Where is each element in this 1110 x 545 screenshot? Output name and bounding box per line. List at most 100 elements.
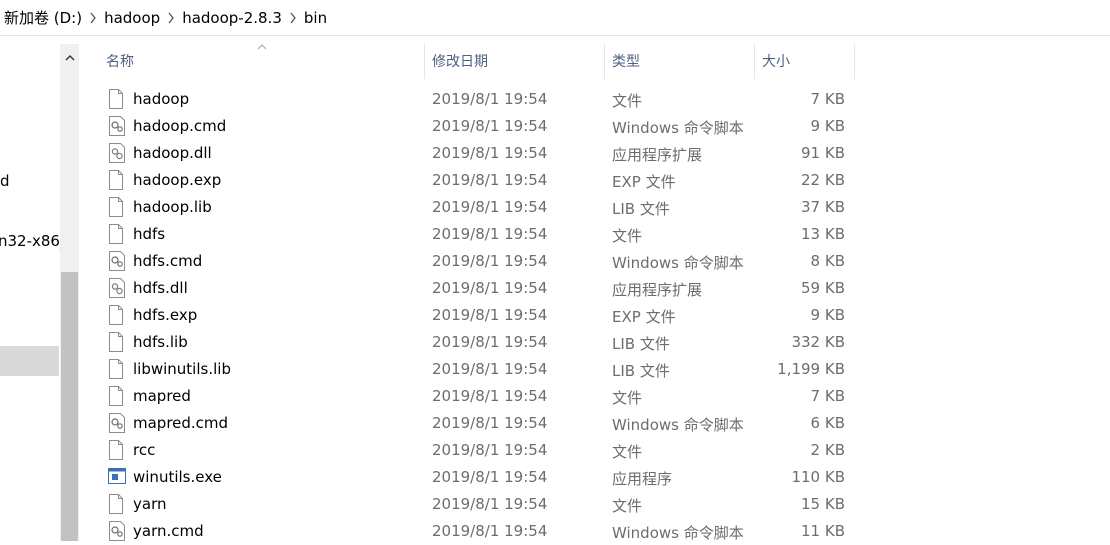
file-size: 22 KB — [801, 171, 845, 189]
file-name: hdfs — [133, 225, 166, 243]
file-icon — [108, 359, 124, 383]
column-divider[interactable] — [854, 44, 855, 79]
file-row[interactable]: yarn 2019/8/1 19:54 文件 15 KB — [98, 491, 858, 518]
file-name: mapred — [133, 387, 191, 405]
file-icon — [108, 332, 124, 356]
file-row[interactable]: rcc 2019/8/1 19:54 文件 2 KB — [98, 437, 858, 464]
file-date: 2019/8/1 19:54 — [432, 198, 548, 216]
file-name: yarn — [133, 495, 167, 513]
file-name: winutils.exe — [133, 468, 222, 486]
file-date: 2019/8/1 19:54 — [432, 468, 548, 486]
file-size: 8 KB — [810, 252, 845, 270]
file-icon — [108, 305, 124, 329]
file-name: hdfs.lib — [133, 333, 188, 351]
file-size: 332 KB — [791, 333, 845, 351]
file-date: 2019/8/1 19:54 — [432, 144, 548, 162]
file-type: Windows 命令脚本 — [612, 524, 744, 542]
file-type: 应用程序扩展 — [612, 281, 703, 299]
file-type: Windows 命令脚本 — [612, 254, 744, 272]
chevron-right-icon[interactable] — [160, 9, 182, 27]
breadcrumb-item-drive[interactable]: 新加卷 (D:) — [0, 7, 82, 28]
file-type: 文件 — [612, 227, 643, 245]
file-size: 13 KB — [801, 225, 845, 243]
file-name: hadoop.exp — [133, 171, 222, 189]
breadcrumb-item-bin[interactable]: bin — [304, 9, 327, 27]
file-row[interactable]: winutils.exe 2019/8/1 19:54 应用程序 110 KB — [98, 464, 858, 491]
file-row[interactable]: hdfs.exp 2019/8/1 19:54 EXP 文件 9 KB — [98, 302, 858, 329]
file-size: 9 KB — [810, 117, 845, 135]
file-icon — [108, 197, 124, 221]
file-row[interactable]: hdfs 2019/8/1 19:54 文件 13 KB — [98, 221, 858, 248]
chevron-right-icon[interactable] — [282, 9, 304, 27]
file-type: EXP 文件 — [612, 173, 676, 191]
scrollbar-thumb[interactable] — [61, 272, 78, 541]
file-name: hdfs.cmd — [133, 252, 203, 270]
column-header-size[interactable]: 大小 — [754, 44, 854, 79]
scroll-up-arrow-icon[interactable] — [60, 44, 79, 70]
column-header-date[interactable]: 修改日期 — [424, 44, 604, 79]
file-type: 文件 — [612, 497, 643, 515]
file-type: Windows 命令脚本 — [612, 119, 744, 137]
navigation-pane: d n32-x86_ — [0, 44, 60, 541]
file-row[interactable]: mapred 2019/8/1 19:54 文件 7 KB — [98, 383, 858, 410]
file-row[interactable]: hadoop.lib 2019/8/1 19:54 LIB 文件 37 KB — [98, 194, 858, 221]
file-row[interactable]: libwinutils.lib 2019/8/1 19:54 LIB 文件 1,199… — [98, 356, 858, 383]
exe-file-icon — [108, 467, 126, 489]
file-list: hadoop 2019/8/1 19:54 文件 7 KB hadoop.cmd 2019… — [98, 86, 858, 545]
file-row[interactable]: hadoop.dll 2019/8/1 19:54 应用程序扩展 91 KB — [98, 140, 858, 167]
file-type: Windows 命令脚本 — [612, 416, 744, 434]
file-date: 2019/8/1 19:54 — [432, 333, 548, 351]
file-type: LIB 文件 — [612, 200, 670, 218]
file-name: hdfs.exp — [133, 306, 198, 324]
file-date: 2019/8/1 19:54 — [432, 360, 548, 378]
file-name: hadoop.lib — [133, 198, 212, 216]
file-name: yarn.cmd — [133, 522, 204, 540]
column-header-type[interactable]: 类型 — [604, 44, 754, 79]
file-date: 2019/8/1 19:54 — [432, 90, 548, 108]
file-date: 2019/8/1 19:54 — [432, 441, 548, 459]
breadcrumb-item-hadoop[interactable]: hadoop — [104, 9, 160, 27]
file-size: 6 KB — [810, 414, 845, 432]
dll-file-icon — [108, 278, 126, 302]
column-header-row: 名称 修改日期 类型 大小 — [98, 44, 858, 79]
chevron-right-icon[interactable] — [82, 9, 104, 27]
file-icon — [108, 224, 124, 248]
file-row[interactable]: hdfs.lib 2019/8/1 19:54 LIB 文件 332 KB — [98, 329, 858, 356]
column-header-name[interactable]: 名称 — [98, 44, 424, 79]
file-row[interactable]: hadoop.cmd 2019/8/1 19:54 Windows 命令脚本 9 KB — [98, 113, 858, 140]
file-type: LIB 文件 — [612, 335, 670, 353]
nav-item[interactable]: d — [0, 172, 10, 190]
file-date: 2019/8/1 19:54 — [432, 387, 548, 405]
file-row[interactable]: hadoop.exp 2019/8/1 19:54 EXP 文件 22 KB — [98, 167, 858, 194]
file-date: 2019/8/1 19:54 — [432, 225, 548, 243]
file-row[interactable]: hdfs.cmd 2019/8/1 19:54 Windows 命令脚本 8 KB — [98, 248, 858, 275]
breadcrumb-item-hadoop-version[interactable]: hadoop-2.8.3 — [182, 9, 282, 27]
script-file-icon — [108, 251, 126, 275]
file-type: 文件 — [612, 389, 643, 407]
file-type: 文件 — [612, 92, 643, 110]
file-type: 文件 — [612, 443, 643, 461]
nav-item-selected[interactable] — [0, 346, 59, 376]
file-type: LIB 文件 — [612, 362, 670, 380]
file-date: 2019/8/1 19:54 — [432, 306, 548, 324]
nav-item[interactable]: n32-x86_ — [0, 232, 60, 250]
file-type: EXP 文件 — [612, 308, 676, 326]
file-name: hadoop.dll — [133, 144, 212, 162]
file-date: 2019/8/1 19:54 — [432, 522, 548, 540]
file-row[interactable]: hdfs.dll 2019/8/1 19:54 应用程序扩展 59 KB — [98, 275, 858, 302]
file-name: mapred.cmd — [133, 414, 229, 432]
file-size: 11 KB — [801, 522, 845, 540]
file-row[interactable]: mapred.cmd 2019/8/1 19:54 Windows 命令脚本 6 KB — [98, 410, 858, 437]
file-type: 应用程序扩展 — [612, 146, 703, 164]
file-size: 7 KB — [810, 90, 845, 108]
file-size: 2 KB — [810, 441, 845, 459]
file-row[interactable]: hadoop 2019/8/1 19:54 文件 7 KB — [98, 86, 858, 113]
file-icon — [108, 440, 124, 464]
nav-scrollbar[interactable] — [60, 44, 79, 541]
dll-file-icon — [108, 143, 126, 167]
file-name: hadoop — [133, 90, 190, 108]
file-name: libwinutils.lib — [133, 360, 231, 378]
file-date: 2019/8/1 19:54 — [432, 279, 548, 297]
file-name: hadoop.cmd — [133, 117, 227, 135]
file-size: 1,199 KB — [777, 360, 845, 378]
